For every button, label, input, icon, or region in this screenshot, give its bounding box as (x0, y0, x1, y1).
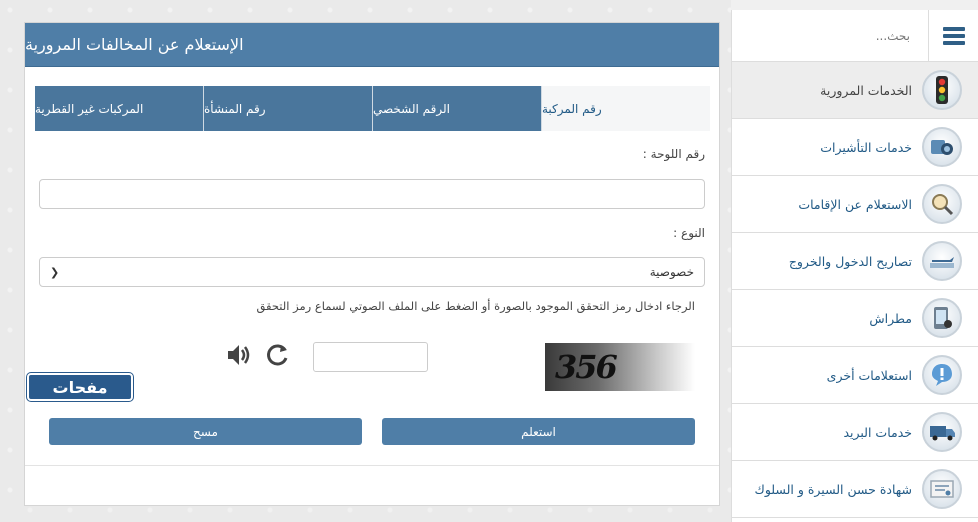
sidebar-item-metrash[interactable]: مطراش (732, 290, 978, 347)
clear-button[interactable]: مسح (49, 418, 362, 445)
tab-non-qatari-vehicles[interactable]: المركبات غير القطرية (35, 86, 203, 131)
plate-number-label: رقم اللوحة : (642, 147, 705, 161)
search-input[interactable] (732, 10, 928, 61)
sidebar-item-visa-services[interactable]: خدمات التأشيرات (732, 119, 978, 176)
visa-icon (922, 127, 962, 167)
chevron-down-icon: ❯ (50, 265, 60, 279)
airplane-icon (922, 241, 962, 281)
sidebar-item-label: خدمات البريد (843, 424, 912, 440)
sidebar-item-label: الاستعلام عن الإقامات (798, 196, 912, 212)
sidebar-item-entry-exit-permits[interactable]: تصاريح الدخول والخروج (732, 233, 978, 290)
captcha-image: 356 (545, 343, 695, 391)
sidebar-item-traffic-services[interactable]: الخدمات المرورية (732, 62, 978, 119)
refresh-captcha-button[interactable] (263, 341, 291, 373)
sidebar: الخدمات المرورية خدمات التأشيرات الاستعل… (731, 9, 978, 522)
audio-captcha-button[interactable] (225, 341, 253, 373)
captcha-instructions: الرجاء ادخال رمز التحقق الموجود بالصورة … (256, 299, 695, 313)
sidebar-item-residency-inquiry[interactable]: الاستعلام عن الإقامات (732, 176, 978, 233)
page-title: الإستعلام عن المخالفات المرورية (25, 23, 719, 67)
metrash-icon (922, 298, 962, 338)
inquiry-tabs: رقم المركبة الرقم الشخصي رقم المنشأة الم… (35, 86, 710, 131)
plate-number-input[interactable] (39, 179, 705, 209)
exclamation-icon (922, 355, 962, 395)
panel-divider (25, 465, 719, 466)
sidebar-item-label: تصاريح الدخول والخروج (788, 253, 912, 269)
sidebar-item-label: مطراش (869, 310, 912, 326)
residency-search-icon (922, 184, 962, 224)
certificate-icon (922, 469, 962, 509)
vehicle-type-value: خصوصية (649, 265, 694, 279)
submit-inquiry-button[interactable]: استعلم (382, 418, 695, 445)
mail-van-icon (922, 412, 962, 452)
sidebar-item-label: استعلامات أخرى (826, 367, 912, 383)
menu-button[interactable] (928, 9, 978, 62)
sidebar-item-label: الخدمات المرورية (820, 82, 912, 98)
tab-personal-number[interactable]: الرقم الشخصي (372, 86, 541, 131)
type-label: النوع : (673, 226, 705, 240)
watermark-logo: مفحات (27, 373, 133, 401)
sidebar-search-bar (732, 9, 978, 62)
sidebar-item-postal-services[interactable]: خدمات البريد (732, 404, 978, 461)
traffic-violations-panel: الإستعلام عن المخالفات المرورية رقم المر… (24, 22, 720, 506)
sidebar-item-label: خدمات التأشيرات (820, 139, 912, 155)
tab-vehicle-number[interactable]: رقم المركبة (541, 86, 710, 131)
captcha-text: 356 (555, 348, 618, 386)
sidebar-item-good-conduct-certificate[interactable]: شهادة حسن السيرة و السلوك (732, 461, 978, 518)
traffic-light-icon (922, 70, 962, 110)
hamburger-icon (942, 26, 965, 45)
tab-establishment-number[interactable]: رقم المنشأة (203, 86, 372, 131)
sidebar-item-label: شهادة حسن السيرة و السلوك (754, 481, 912, 497)
vehicle-type-select[interactable]: ❯ خصوصية (39, 257, 705, 287)
refresh-icon (267, 344, 288, 366)
speaker-icon (228, 345, 250, 365)
captcha-input[interactable] (313, 342, 428, 372)
sidebar-item-other-inquiries[interactable]: استعلامات أخرى (732, 347, 978, 404)
